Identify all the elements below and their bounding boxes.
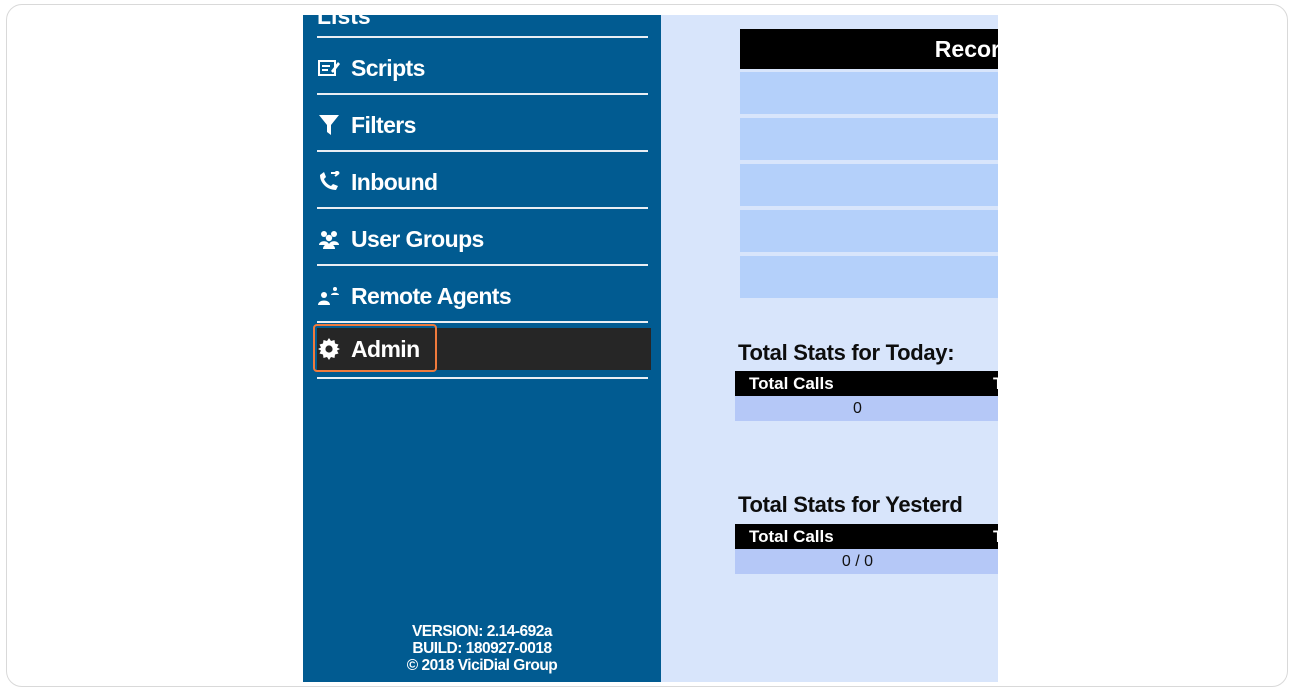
yesterday-stats-header: Total Calls T	[735, 524, 998, 549]
total-calls-value: 0 / 0	[841, 553, 874, 570]
sidebar: Lists Scripts Filters Inbound User Group…	[303, 15, 661, 682]
records-table-header: Recor	[740, 29, 998, 69]
divider	[317, 264, 648, 266]
inbound-phone-icon	[317, 170, 341, 194]
divider	[317, 321, 648, 323]
sidebar-item-inbound[interactable]: Inbound	[317, 161, 648, 203]
today-stats-title: Total Stats for Today:	[738, 340, 955, 365]
table-row	[740, 118, 998, 160]
yesterday-stats-title: Total Stats for Yesterd	[738, 492, 963, 517]
sidebar-item-user-groups[interactable]: User Groups	[317, 218, 648, 260]
column-header: T	[993, 524, 998, 549]
column-header: Total Calls	[749, 374, 834, 393]
sidebar-item-label: User Groups	[351, 225, 484, 252]
today-stats-header: Total Calls T	[735, 371, 998, 396]
filter-icon	[317, 113, 341, 137]
sidebar-item-filters[interactable]: Filters	[317, 104, 648, 146]
table-row	[740, 256, 998, 298]
sidebar-item-label: Remote Agents	[351, 282, 512, 309]
build-text: BUILD: 180927-0018	[412, 640, 552, 657]
version-info: VERSION: 2.14-692a BUILD: 180927-0018 © …	[303, 623, 661, 674]
divider	[317, 377, 648, 379]
today-stats-row: 0	[735, 396, 998, 421]
version-text: VERSION: 2.14-692a	[411, 623, 553, 640]
records-header-label: Recor	[934, 36, 998, 62]
remote-agents-icon	[317, 284, 341, 308]
column-header: Total Calls	[749, 527, 834, 546]
copyright-text: © 2018 ViciDial Group	[406, 657, 558, 674]
column-header: T	[993, 371, 998, 396]
divider	[317, 150, 648, 152]
divider	[317, 93, 648, 95]
sidebar-item-label: Lists	[317, 15, 371, 29]
divider	[317, 36, 648, 38]
sidebar-item-remote-agents[interactable]: Remote Agents	[317, 275, 648, 317]
sidebar-item-label: Scripts	[351, 54, 425, 81]
app-viewport: Lists Scripts Filters Inbound User Group…	[303, 15, 998, 682]
table-row	[740, 164, 998, 206]
main-content: Recor Total Stats for Today: Total Calls…	[661, 15, 998, 682]
users-icon	[317, 227, 341, 251]
divider	[317, 207, 648, 209]
table-row	[740, 72, 998, 114]
edit-icon	[317, 56, 341, 80]
yesterday-stats-row: 0 / 0	[735, 549, 998, 574]
table-row	[740, 210, 998, 252]
sidebar-item-lists[interactable]: Lists	[317, 15, 371, 30]
sidebar-item-label: Filters	[351, 111, 416, 138]
admin-highlight-box	[313, 324, 437, 372]
sidebar-item-label: Inbound	[351, 168, 438, 195]
sidebar-item-scripts[interactable]: Scripts	[317, 47, 648, 89]
total-calls-value: 0	[853, 400, 862, 417]
